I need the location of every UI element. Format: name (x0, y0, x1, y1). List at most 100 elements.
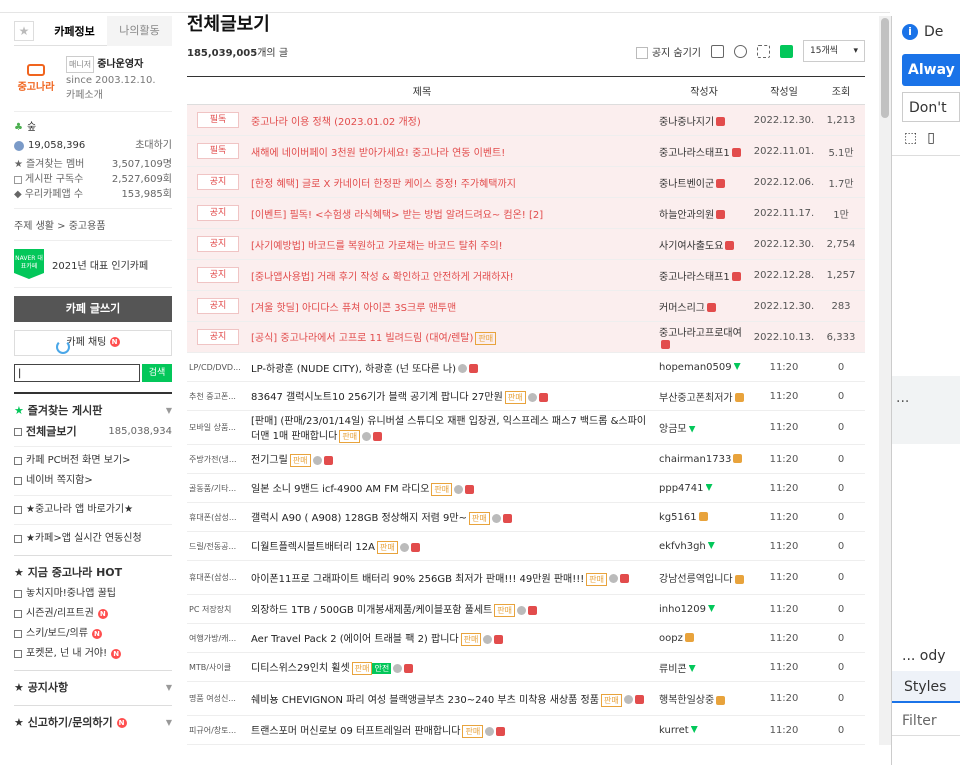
table-row[interactable]: 피규어/창토... 트랜스포머 머신로보 09 터프트레일러 판매합니다 판매 kur… (187, 715, 865, 745)
table-row[interactable]: 공지 [중나앱사용법] 거래 후기 작성 & 확인하고 안전하게 거래하자! 중고나… (187, 259, 865, 291)
report-header[interactable]: ★ 신고하기/문의하기 N ▼ (14, 705, 172, 734)
post-title-link[interactable]: 중고나라 이용 정책 (2023.01.02 개정) (251, 117, 421, 128)
author-name[interactable]: chairman1733 (659, 454, 731, 465)
post-title-link[interactable]: 새해에 네이버페이 3천원 받아가세요! 중고나라 연동 이벤트! (251, 148, 505, 159)
table-row[interactable]: 필독 중고나라 이용 정책 (2023.01.02 개정) 중나중나지기 2022.1… (187, 104, 865, 136)
tab-my-activity[interactable]: 나의활동 (107, 16, 172, 46)
per-page-select[interactable]: 15개씩 ▾ (803, 40, 865, 62)
post-title-link[interactable]: 디티스위스29인치 휠셋 (251, 663, 350, 674)
author-name[interactable]: inho1209 (659, 604, 706, 615)
author-name[interactable]: 부산중고폰최저가 (659, 393, 733, 404)
sidebar-item-app-link[interactable]: ★중고나라 앱 바로가기★ (14, 500, 172, 520)
table-row[interactable]: 공지 [한정 혜택] 글로 X 카네이터 한정판 케이스 증정! 주가혜택까지 중나… (187, 166, 865, 198)
sidebar-item-hot[interactable]: 스키/보드/의류 N (14, 624, 172, 644)
post-title-link[interactable]: [한정 혜택] 글로 X 카네이터 한정판 케이스 증정! 주가혜택까지 (251, 179, 516, 190)
post-title-link[interactable]: [공식] 중고나라에서 고프로 11 빌려드림 (대여/렌탈) (251, 333, 473, 344)
post-title-link[interactable]: [이벤트] 필독! <수험생 라식혜택> 받는 방법 알려드려요~ 컴온! [2… (251, 210, 543, 221)
table-row[interactable]: 휴대폰(삼성... 아이폰11프로 그래파이트 배터리 90% 256GB 최저가… (187, 560, 865, 595)
author-name[interactable]: 사기여사출도요 (659, 241, 723, 252)
star-icon[interactable]: ★ (14, 20, 34, 41)
sidebar-item-hot[interactable]: 포켓몬, 넌 내 거야! N (14, 644, 172, 664)
post-category[interactable]: PC 저장장치 (189, 604, 247, 615)
cafe-logo[interactable]: 중고나라 (14, 56, 58, 100)
post-title-link[interactable]: [사기예방법] 바코드를 복원하고 가로채는 바코드 탈취 주의! (251, 241, 503, 252)
page-scrollbar[interactable] (879, 16, 891, 745)
table-row[interactable]: 휴대폰(삼성... 갤럭시 A90 ( A908) 128GB 정상해지 저렴 9… (187, 502, 865, 532)
post-title-link[interactable]: Aer Travel Pack 2 (에이어 트래블 팩 2) 팝니다 (251, 634, 459, 645)
hide-notice-checkbox[interactable] (635, 46, 648, 59)
breadcrumb-body[interactable]: ... ody (902, 648, 946, 664)
table-row[interactable]: 주방가전(냉... 전기그릴 판매 chairman1733 11:20 0 (187, 444, 865, 474)
post-category[interactable]: 골동품/기타... (189, 483, 247, 494)
post-title-link[interactable]: [중나앱사용법] 거래 후기 작성 & 확인하고 안전하게 거래하자! (251, 272, 514, 283)
cafe-intro-link[interactable]: 카페소개 (66, 88, 156, 103)
author-name[interactable]: 류비콘 (659, 664, 687, 675)
post-title-link[interactable]: LP-하광훈 (NUDE CITY), 하광훈 (넌 또다른 나) (251, 364, 456, 375)
table-row[interactable]: 모바일 상품... [판매] (판매/23/01/14일) 유니버셜 스튜디오 재… (187, 410, 865, 445)
post-category[interactable]: 여행가방/캐... (189, 633, 247, 644)
caret-down-icon[interactable]: ▼ (166, 406, 172, 415)
author-name[interactable]: 행복한일상중 (659, 695, 714, 706)
post-category[interactable]: 휴대폰(삼성... (189, 512, 247, 523)
post-title-link[interactable]: 쉐비뇽 CHEVIGNON 파리 여성 블랙앵글부츠 230~240 부츠 미착… (251, 695, 599, 706)
post-category[interactable]: 추천 중고폰... (189, 391, 247, 402)
post-title-link[interactable]: 트랜스포머 머신로보 09 터프트레일러 판매합니다 (251, 726, 460, 737)
author-name[interactable]: 앙금모 (659, 424, 687, 435)
sidebar-item-pc-view[interactable]: 카페 PC버전 화면 보기> (14, 451, 172, 471)
album-view-icon[interactable] (757, 44, 770, 58)
post-category[interactable]: 모바일 상품... (189, 422, 247, 433)
table-row[interactable]: 필독 새해에 네이버페이 3천원 받아가세요! 중고나라 연동 이벤트! 중고나라스… (187, 135, 865, 167)
search-input[interactable] (14, 364, 140, 382)
post-category[interactable]: 휴대폰(삼성... (189, 572, 247, 583)
notice-header[interactable]: ★ 공지사항 ▼ (14, 670, 172, 699)
video-view-icon[interactable] (734, 44, 747, 58)
author-name[interactable]: 중고나라스태프1 (659, 272, 730, 283)
author-name[interactable]: 강남선릉역입니다 (659, 574, 733, 585)
tab-cafe-info[interactable]: 카페정보 (42, 23, 107, 39)
table-row[interactable]: 공지 [사기예방법] 바코드를 복원하고 가로채는 바코드 탈취 주의! 사기여사출… (187, 228, 865, 260)
author-name[interactable]: 중나중나지기 (659, 117, 714, 128)
caret-down-icon[interactable]: ▼ (166, 683, 172, 692)
post-category[interactable]: 드릴/전동공... (189, 541, 247, 552)
manager-name[interactable]: 중나운영자 (97, 59, 143, 70)
post-title-link[interactable]: 83647 갤럭시노트10 256기가 블랙 공기계 팝니다 27만원 (251, 392, 503, 403)
table-row[interactable]: 공지 [공식] 중고나라에서 고프로 11 빌려드림 (대여/렌탈) 판매 중고나라고… (187, 321, 865, 353)
more-dots-icon[interactable]: ... (896, 390, 909, 406)
member-count[interactable]: 19,058,396 (28, 138, 85, 153)
table-row[interactable]: 여행가방/캐... Aer Travel Pack 2 (에이어 트래블 팩 2)… (187, 623, 865, 653)
post-title-link[interactable]: [겨울 핫딜] 아디다스 퓨쳐 아이콘 3S크루 맨투맨 (251, 303, 456, 314)
scrollbar-thumb[interactable] (881, 18, 889, 118)
table-row[interactable]: MTB/사이클 디티스위스29인치 휠셋 판매 안전 류비콘 11:20 0 (187, 652, 865, 682)
author-name[interactable]: hopeman0509 (659, 362, 732, 373)
author-name[interactable]: 중나트벤이군 (659, 179, 714, 190)
author-name[interactable]: 하늘안과의원 (659, 210, 714, 221)
table-row[interactable]: LP/CD/DVD... LP-하광훈 (NUDE CITY), 하광훈 (넌 또… (187, 352, 865, 382)
author-name[interactable]: ppp4741 (659, 483, 704, 494)
tab-styles[interactable]: Styles (892, 671, 960, 703)
list-view-icon[interactable] (780, 44, 793, 58)
post-category[interactable]: 주방가전(냉... (189, 454, 247, 465)
post-category[interactable]: 피규어/창토... (189, 725, 247, 736)
always-button[interactable]: Alway (902, 54, 960, 86)
write-button[interactable]: 카페 글쓰기 (14, 296, 172, 322)
caret-down-icon[interactable]: ▼ (166, 718, 172, 727)
post-title-link[interactable]: 일본 소니 9밴드 icf-4900 AM FM 라디오 (251, 484, 429, 495)
post-title-link[interactable]: 아이폰11프로 그래파이트 배터리 90% 256GB 최저가 판매!!! 49… (251, 574, 584, 585)
post-title-link[interactable]: 디월트플렉시블트배터리 12A (251, 542, 375, 553)
table-row[interactable]: 골동품/기타... 일본 소니 9밴드 icf-4900 AM FM 라디오 판매 p… (187, 473, 865, 503)
author-name[interactable]: 커머스리그 (659, 303, 705, 314)
author-name[interactable]: 중고나라스태프1 (659, 148, 730, 159)
sidebar-item-hot[interactable]: 놓치지마!중나앱 꿀팁 (14, 584, 172, 604)
post-category[interactable]: MTB/사이클 (189, 662, 247, 673)
author-name[interactable]: kg5161 (659, 512, 697, 523)
post-category[interactable]: 명품 여성신... (189, 693, 247, 704)
post-category[interactable]: LP/CD/DVD... (189, 363, 247, 372)
table-row[interactable]: 드릴/전동공... 디월트플렉시블트배터리 12A 판매 ekfvh3gh 11:20 0 (187, 531, 865, 561)
author-name[interactable]: kurret (659, 725, 689, 736)
cafe-topic[interactable]: 주제 생활 > 중고용품 (14, 209, 172, 241)
sidebar-item-all-posts[interactable]: 전체글보기 185,038,934 (14, 422, 172, 442)
author-name[interactable]: 중고나라고프로대여 (659, 328, 742, 339)
sidebar-item-app-sync[interactable]: ★카페>앱 실시간 연동신청 (14, 529, 172, 549)
dont-button[interactable]: Don't (902, 92, 960, 122)
post-title-link[interactable]: 전기그릴 (251, 455, 288, 466)
